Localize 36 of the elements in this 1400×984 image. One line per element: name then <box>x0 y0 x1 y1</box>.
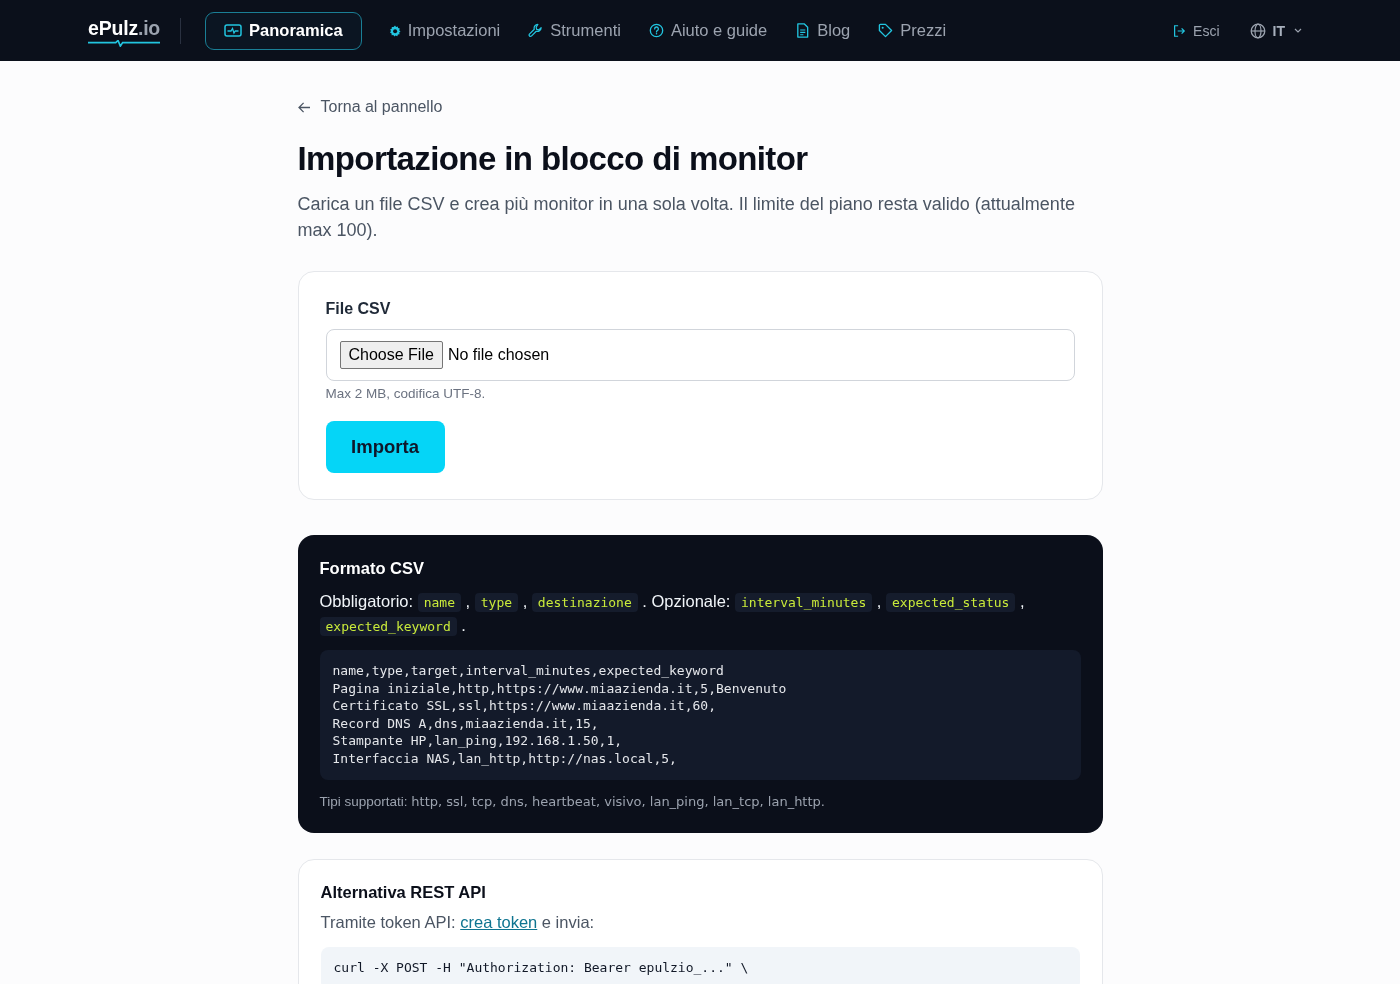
card-title: Alternativa REST API <box>320 882 487 903</box>
page-description: Carica un file CSV e crea più monitor in una sola volta. Il limite del piano resta valido (attualmente max 100). <box>297 193 1076 242</box>
create-token-link[interactable]: crea token <box>460 913 538 931</box>
field-hint: Max 2 MB, codifica UTF-8. <box>325 385 487 403</box>
monitor-icon <box>224 23 243 38</box>
logout-button[interactable]: Esci <box>1172 18 1220 43</box>
nav-tab[interactable]: Strumenti <box>527 12 622 49</box>
logout-icon <box>1172 23 1187 38</box>
help-icon <box>648 23 664 38</box>
caret-icon <box>1294 28 1302 33</box>
panel-title: Formato CSV <box>319 558 425 579</box>
nav-tab[interactable]: Prezzi <box>877 12 948 49</box>
api-intro-text: Tramite token API: crea token e invia: <box>320 912 596 933</box>
choose-file-button[interactable]: Choose File <box>339 341 443 369</box>
csv-example-code: name,type,target,interval_minutes,expected_keyword Pagina iniziale,http,https://www.miaazienda.it,5,Benvenuto Certificato SSL,ssl,https://www.miaazienda.it,60, Record DNS A,dns,miaazienda.it,15, Stampante HP,lan_ping,192.168.1.50,1, Interfaccia NAS,lan_http,http://nas.local,5, <box>319 650 1081 780</box>
page-title: Importazione in blocco di monitor <box>297 139 809 179</box>
back-link[interactable]: Torna al pannello <box>297 96 443 118</box>
field-label: File CSV <box>325 299 392 319</box>
columns-description: Obbligatorio: name , type , destinazione . Opzionale: interval_minutes , expected_status , expected_keyword . <box>319 591 1026 638</box>
nav-tab[interactable]: Blog <box>794 12 852 49</box>
nav-tab[interactable]: Aiuto e guide <box>647 12 769 49</box>
import-button[interactable]: Importa <box>325 421 445 473</box>
arrow-left-icon <box>297 101 311 113</box>
globe-icon <box>1249 22 1266 39</box>
wrench-icon <box>528 23 544 38</box>
language-selector[interactable]: IT <box>1249 18 1302 43</box>
nav-tab[interactable]: Panoramica <box>205 11 362 50</box>
nav-tab[interactable]: Impostazioni <box>387 12 502 49</box>
gear-icon <box>388 24 401 37</box>
logo[interactable]: ePulz.io <box>88 14 161 47</box>
file-input-field[interactable]: Choose File No file chosen <box>325 329 1075 381</box>
file-status-text: No file chosen <box>447 346 550 364</box>
document-icon <box>795 23 811 38</box>
supported-types-note: Tipi supportati: http, ssl, tcp, dns, heartbeat, visivo, lan_ping, lan_tcp, lan_http. <box>319 793 826 811</box>
tag-icon <box>878 23 894 38</box>
curl-example-code: curl -X POST -H "Authorization: Bearer epulzio_..." \ <box>320 947 1080 984</box>
